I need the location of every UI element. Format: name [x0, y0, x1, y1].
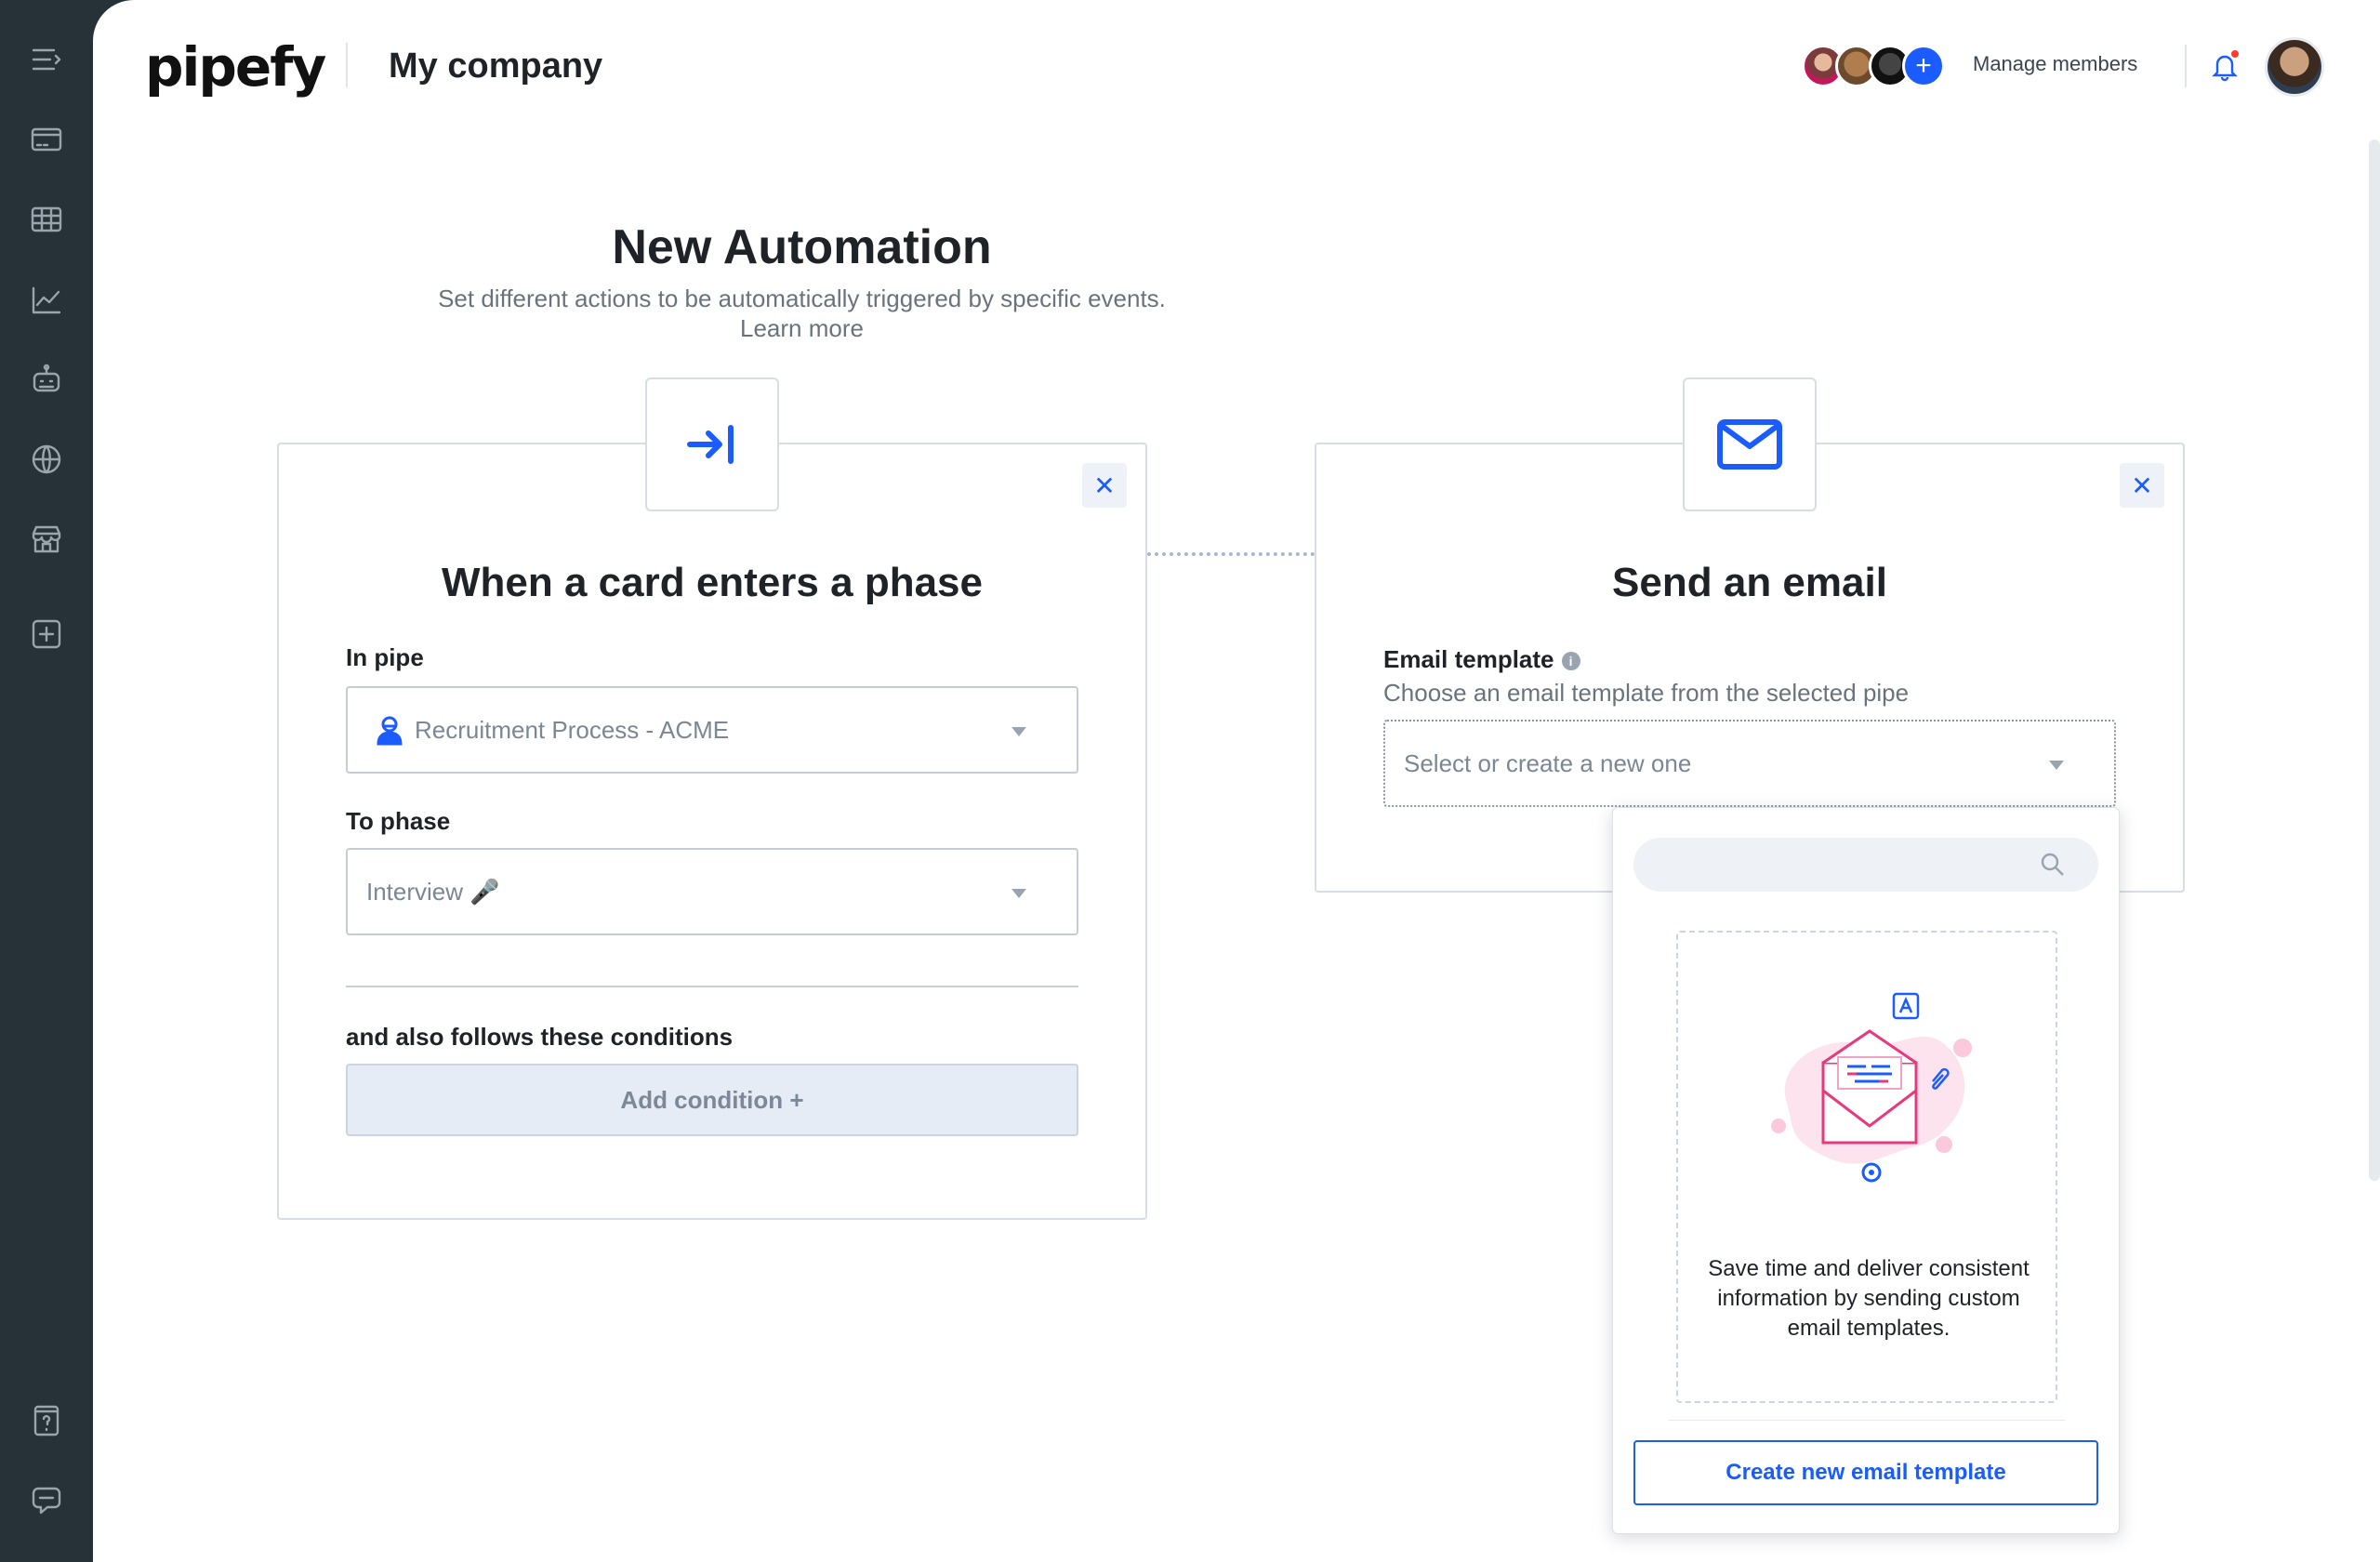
info-icon[interactable]: i — [1561, 652, 1580, 671]
template-label-text: Email template — [1383, 645, 1554, 673]
card-icon[interactable] — [24, 117, 69, 162]
add-condition-button[interactable]: Add condition + — [346, 1064, 1078, 1136]
scrollbar[interactable] — [2369, 139, 2380, 1181]
table-icon[interactable] — [24, 197, 69, 242]
divider — [346, 986, 1078, 987]
notification-bell-icon[interactable] — [2209, 50, 2241, 82]
main-panel: pipefy My company + Manage members New A… — [93, 0, 2380, 1562]
action-tile — [1683, 377, 1817, 511]
add-square-icon[interactable] — [24, 612, 69, 656]
header-divider — [2185, 45, 2187, 87]
conditions-label: and also follows these conditions — [346, 1023, 734, 1051]
trigger-tile — [645, 377, 779, 511]
robot-icon[interactable] — [24, 357, 69, 402]
learn-more-link[interactable]: Learn more — [93, 314, 1511, 343]
pipe-label: In pipe — [346, 643, 424, 671]
enter-phase-icon — [687, 425, 734, 464]
template-label: Email template i — [1383, 645, 1580, 674]
chat-icon[interactable] — [24, 1478, 69, 1523]
chevron-down-icon — [1012, 889, 1026, 898]
trigger-title: When a card enters a phase — [442, 560, 983, 605]
globe-icon[interactable] — [24, 437, 69, 482]
help-icon[interactable] — [24, 1398, 69, 1443]
chevron-down-icon — [2049, 761, 2064, 770]
email-illustration-icon — [1771, 992, 1972, 1183]
action-title: Send an email — [1612, 560, 1887, 605]
search-icon — [2039, 851, 2067, 879]
sidebar — [0, 0, 93, 1562]
empty-state-message: Save time and deliver consistent informa… — [1708, 1256, 2030, 1341]
company-name: My company — [389, 46, 603, 86]
template-select[interactable]: Select or create a new one — [1383, 720, 2116, 807]
phase-label: To phase — [346, 807, 451, 835]
menu-expand-icon[interactable] — [24, 37, 69, 82]
trigger-card: When a card enters a phase In pipe Recru… — [277, 443, 1147, 1220]
chevron-down-icon — [1012, 727, 1026, 736]
template-dropdown: Save time and deliver consistent informa… — [1612, 807, 2120, 1534]
template-search-input[interactable] — [1633, 838, 2098, 892]
pipe-select-value: Recruitment Process - ACME — [415, 715, 730, 744]
action-close-button[interactable]: ✕ — [2120, 463, 2164, 508]
phase-select[interactable]: Interview 🎤 — [346, 848, 1078, 935]
template-select-placeholder: Select or create a new one — [1404, 748, 1692, 777]
add-member-button[interactable]: + — [1902, 45, 1945, 87]
template-hint: Choose an email template from the select… — [1383, 679, 1910, 707]
connector-line — [1147, 552, 1315, 556]
notification-dot — [2231, 50, 2239, 58]
divider — [1669, 1420, 2065, 1421]
manage-members-link[interactable]: Manage members — [1973, 52, 2137, 76]
page-subtitle: Set different actions to be automaticall… — [438, 285, 1166, 312]
member-avatars[interactable]: + — [1802, 45, 1945, 87]
pipefy-logo[interactable]: pipefy — [145, 33, 326, 100]
phase-select-value: Interview 🎤 — [366, 877, 500, 906]
header-divider — [346, 43, 348, 87]
store-icon[interactable] — [24, 517, 69, 562]
user-avatar[interactable] — [2265, 37, 2324, 97]
create-email-template-button[interactable]: Create new email template — [1633, 1440, 2098, 1505]
page-title: New Automation — [612, 220, 992, 274]
pipe-select[interactable]: Recruitment Process - ACME — [346, 686, 1078, 774]
pipe-person-icon — [374, 714, 405, 746]
trigger-close-button[interactable]: ✕ — [1082, 463, 1127, 508]
chart-icon[interactable] — [24, 277, 69, 322]
envelope-icon — [1717, 419, 1782, 470]
empty-state: Save time and deliver consistent informa… — [1676, 931, 2057, 1403]
